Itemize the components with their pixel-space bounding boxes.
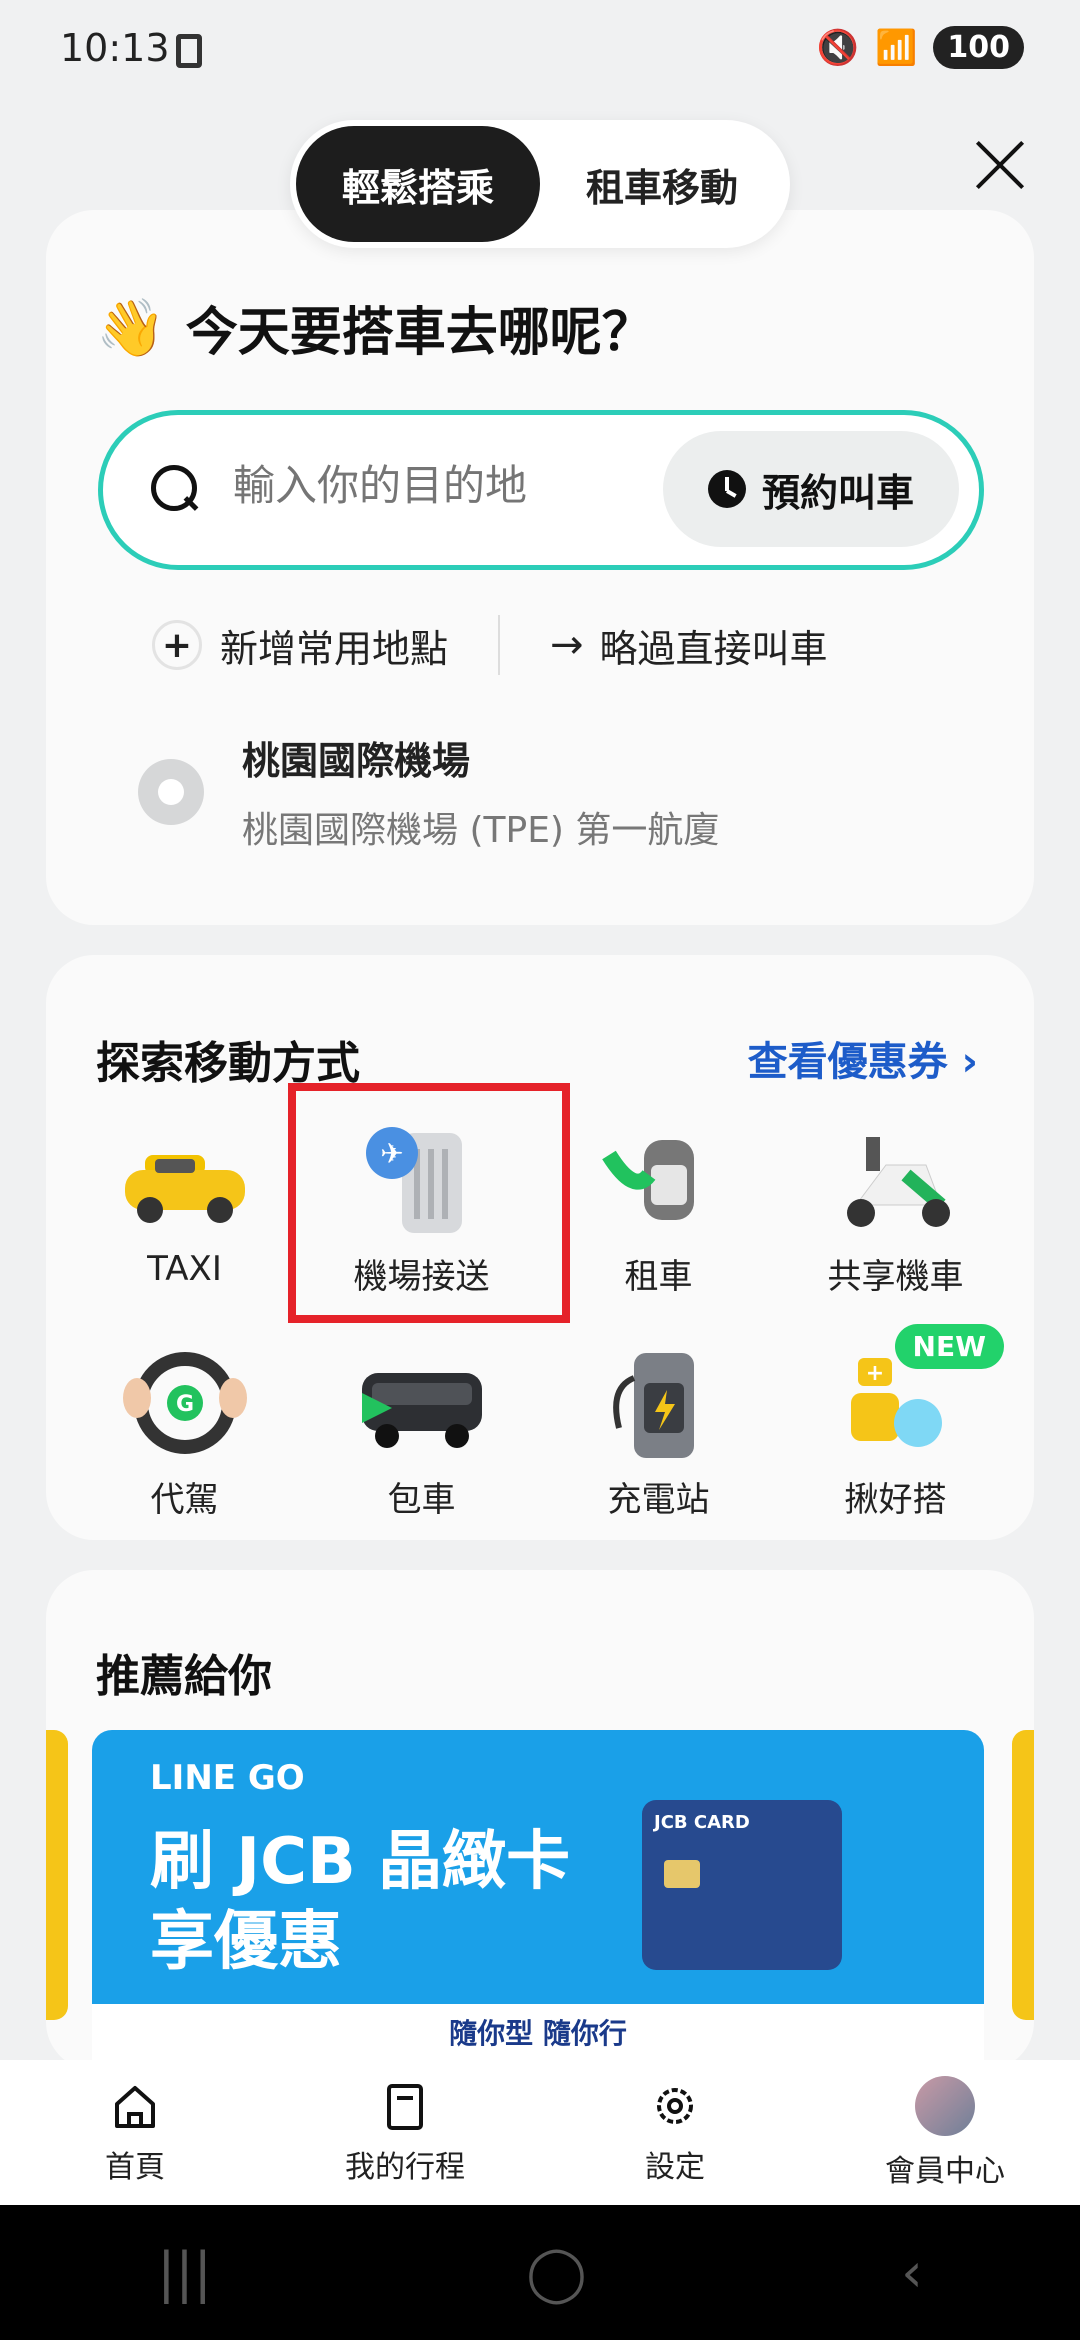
nav-home[interactable]: 首頁	[0, 2060, 270, 2205]
service-charging-station[interactable]: 充電站	[540, 1338, 777, 1521]
nav-label: 設定	[645, 2149, 705, 2185]
close-icon[interactable]	[970, 135, 1030, 195]
history-icon	[138, 758, 204, 825]
phone-icon	[176, 34, 202, 68]
service-label: 揪好搭	[844, 1480, 947, 1520]
service-charter[interactable]: 包車	[303, 1338, 540, 1521]
battery-indicator: 100	[933, 26, 1024, 69]
divider	[498, 615, 501, 675]
mode-toggle: 輕鬆搭乘 租車移動	[290, 120, 790, 248]
nav-label: 我的行程	[345, 2149, 465, 2185]
clock-icon	[707, 470, 746, 508]
service-label: 包車	[387, 1480, 456, 1520]
avatar	[915, 2075, 975, 2136]
explore-card: 探索移動方式 查看優惠券 › TAXI ✈ 機場接送 租車 共享機車 G 代駕 …	[46, 955, 1034, 1540]
car-key-icon	[601, 1140, 694, 1220]
plus-icon[interactable]: +	[152, 620, 202, 670]
nav-member-center[interactable]: 會員中心	[810, 2060, 1080, 2205]
service-car-rental[interactable]: 租車	[540, 1115, 777, 1298]
greeting: 👋 今天要搭車去哪呢？	[96, 290, 654, 365]
explore-title: 探索移動方式	[96, 1038, 360, 1089]
card-text: JCB CARD	[654, 1812, 750, 1833]
recent-place-item[interactable]: 桃園國際機場 桃園國際機場 (TPE) 第一航廈	[138, 730, 719, 853]
service-label: 租車	[624, 1257, 693, 1297]
nav-label: 首頁	[105, 2149, 165, 2185]
quick-links: + 新增常用地點 → 略過直接叫車	[152, 615, 828, 675]
banner-headline: 刷 JCB 晶緻卡	[150, 1825, 571, 1899]
scooter-icon	[846, 1137, 950, 1227]
service-shared-scooter[interactable]: 共享機車	[777, 1115, 1014, 1298]
service-label: 充電站	[607, 1480, 710, 1520]
view-coupons-label: 查看優惠券	[747, 1039, 948, 1085]
banner-footer: 隨你型 隨你行	[92, 2004, 984, 2060]
reserve-ride-label: 預約叫車	[761, 470, 914, 515]
nav-settings[interactable]: 設定	[540, 2060, 810, 2205]
recommended-card: 推薦給你 LINE GO 刷 JCB 晶緻卡 享優惠 JCB CARD 隨你型 …	[46, 1570, 1034, 2070]
service-label: TAXI	[147, 1249, 222, 1289]
banner-prev-peek[interactable]	[46, 1730, 68, 2020]
nav-my-trips[interactable]: 我的行程	[270, 2060, 540, 2205]
greeting-text: 今天要搭車去哪呢？	[185, 303, 654, 363]
gear-icon	[657, 2087, 693, 2124]
nav-label: 會員中心	[885, 2153, 1005, 2189]
svg-text:+: +	[865, 1361, 883, 1386]
search-card: 👋 今天要搭車去哪呢？ 預約叫車 + 新增常用地點 → 略過直接叫車 桃園國際機…	[46, 210, 1034, 925]
service-label: 共享機車	[827, 1257, 964, 1297]
service-label: 代駕	[150, 1480, 219, 1520]
recent-apps-icon[interactable]: |||	[157, 2241, 212, 2304]
reserve-ride-button[interactable]: 預約叫車	[663, 431, 959, 547]
jcb-card-image: JCB CARD	[642, 1800, 842, 1970]
banner-subheadline: 享優惠	[150, 1905, 342, 1979]
status-bar: 10:13 🔇 📶 100	[0, 0, 1080, 100]
search-icon	[151, 465, 199, 513]
recent-place-subtitle: 桃園國際機場 (TPE) 第一航廈	[242, 810, 720, 851]
selection-highlight	[288, 1083, 570, 1323]
back-icon[interactable]: ‹	[901, 2241, 923, 2304]
trips-icon	[387, 2083, 423, 2130]
svg-text:G: G	[175, 1392, 193, 1417]
add-place-link[interactable]: 新增常用地點	[220, 618, 448, 673]
new-badge: NEW	[894, 1324, 1004, 1369]
tab-easy-ride[interactable]: 輕鬆搭乘	[296, 126, 540, 242]
recommended-title: 推薦給你	[96, 1651, 272, 1702]
taxi-icon	[124, 1155, 245, 1223]
status-time: 10:13	[60, 26, 170, 70]
destination-input[interactable]	[233, 461, 613, 510]
banner-next-peek[interactable]	[1012, 1730, 1034, 2020]
steering-wheel-icon: G	[122, 1352, 247, 1454]
service-group-ride[interactable]: + NEW 揪好搭	[777, 1324, 1014, 1521]
wifi-icon: 📶	[875, 27, 918, 68]
home-button-icon[interactable]: ◯	[526, 2241, 586, 2304]
skip-to-ride-link[interactable]: 略過直接叫車	[600, 618, 828, 673]
van-icon	[361, 1373, 482, 1448]
arrow-right-icon: →	[550, 622, 584, 668]
view-coupons-link[interactable]: 查看優惠券 ›	[748, 1029, 978, 1087]
system-nav-bar: ||| ◯ ‹	[0, 2205, 1080, 2340]
status-icons: 🔇 📶 100	[817, 26, 1024, 69]
service-taxi[interactable]: TAXI	[66, 1115, 303, 1298]
destination-search-bar[interactable]: 預約叫車	[98, 410, 984, 570]
charger-icon	[612, 1353, 694, 1458]
wave-hand-icon: 👋	[96, 295, 166, 361]
home-icon	[115, 2085, 155, 2128]
service-designated-driver[interactable]: G 代駕	[66, 1338, 303, 1521]
mute-icon: 🔇	[816, 27, 860, 68]
tab-rent-car[interactable]: 租車移動	[540, 126, 784, 242]
promo-banner[interactable]: LINE GO 刷 JCB 晶緻卡 享優惠 JCB CARD 隨你型 隨你行	[92, 1730, 984, 2060]
recent-place-title: 桃園國際機場	[242, 739, 471, 783]
banner-brand: LINE GO	[150, 1758, 305, 1798]
card-chip-icon	[664, 1860, 700, 1888]
bottom-nav: 首頁 我的行程 設定 會員中心	[0, 2060, 1080, 2205]
